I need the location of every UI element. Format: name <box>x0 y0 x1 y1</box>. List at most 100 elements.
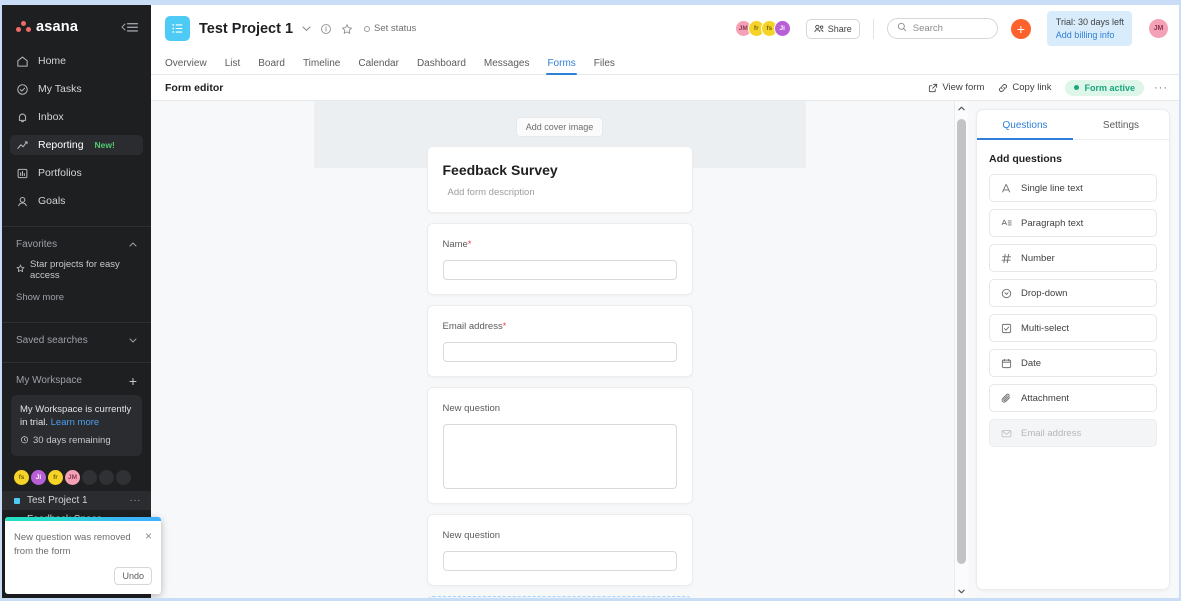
share-button[interactable]: Share <box>805 18 860 39</box>
tab-dashboard[interactable]: Dashboard <box>408 58 475 75</box>
star-projects-label: Star projects for easy access <box>30 259 120 281</box>
question-input[interactable] <box>442 342 677 362</box>
question-type-multi-select[interactable]: Multi-select <box>989 314 1157 342</box>
toast-actions: Undo <box>5 567 161 594</box>
project-label: Test Project 1 <box>27 495 88 507</box>
sidebar-project-test-project-1[interactable]: Test Project 1 ··· <box>2 491 151 511</box>
question-card-new-paragraph[interactable]: New question <box>426 387 693 504</box>
tab-forms[interactable]: Forms <box>538 58 584 75</box>
question-label: New question <box>442 403 501 414</box>
show-more-button[interactable]: Show more <box>2 292 151 315</box>
scroll-up-button[interactable] <box>958 101 965 115</box>
question-card-new-single[interactable]: New question <box>426 514 693 586</box>
add-billing-info-link[interactable]: Add billing info <box>1056 29 1124 41</box>
quick-add-button[interactable]: + <box>1010 18 1031 39</box>
avatar[interactable]: JM <box>65 470 80 486</box>
question-card-name[interactable]: Name* <box>426 223 693 295</box>
bell-icon <box>16 111 29 124</box>
question-label: New question <box>442 530 501 541</box>
question-type-drop-down[interactable]: Drop-down <box>989 279 1157 307</box>
main-area: Test Project 1 Set status JM fr fs Ji Sh… <box>151 5 1179 598</box>
form-header-card[interactable]: Feedback Survey Add form description <box>426 146 693 213</box>
tab-calendar[interactable]: Calendar <box>349 58 408 75</box>
copy-link-button[interactable]: Copy link <box>998 82 1051 93</box>
avatar[interactable]: fs <box>14 470 29 486</box>
sidebar-item-goals[interactable]: Goals <box>10 191 143 211</box>
favorites-title: Favorites <box>16 239 58 250</box>
star-icon[interactable] <box>341 23 353 35</box>
sidebar-item-reporting[interactable]: Reporting New! <box>10 135 143 155</box>
goal-icon <box>16 195 29 208</box>
sidebar-item-inbox[interactable]: Inbox <box>10 107 143 127</box>
add-workspace-item-button[interactable]: + <box>129 374 137 388</box>
add-cover-image-button[interactable]: Add cover image <box>515 117 604 137</box>
avatar[interactable]: Ji <box>31 470 46 486</box>
chevron-down-icon <box>129 335 137 346</box>
divider <box>872 18 874 39</box>
workspace-members-avatars: fs Ji fr JM <box>2 456 151 491</box>
sidebar-trial-card: My Workspace is currently in trial. Lear… <box>11 395 142 457</box>
form-status-badge[interactable]: Form active <box>1065 79 1144 96</box>
question-card-email[interactable]: Email address* <box>426 305 693 377</box>
question-dropzone[interactable]: Drag another question here <box>426 596 693 598</box>
set-status-button[interactable]: Set status <box>364 23 416 34</box>
scrollbar-thumb[interactable] <box>957 119 966 564</box>
tab-list[interactable]: List <box>216 58 250 75</box>
sidebar-item-my-tasks[interactable]: My Tasks <box>10 79 143 99</box>
right-panel-inner: Questions Settings Add questions Single … <box>976 109 1170 590</box>
tab-board[interactable]: Board <box>249 58 294 75</box>
close-icon[interactable]: × <box>139 531 152 559</box>
tab-settings[interactable]: Settings <box>1073 110 1169 139</box>
undo-button[interactable]: Undo <box>114 567 152 585</box>
question-type-attachment[interactable]: Attachment <box>989 384 1157 412</box>
info-icon[interactable] <box>320 23 332 35</box>
trial-days-label: 30 days remaining <box>33 435 111 447</box>
question-type-paragraph-text[interactable]: Paragraph text <box>989 209 1157 237</box>
more-options-button[interactable]: ··· <box>1154 82 1168 94</box>
question-type-number[interactable]: Number <box>989 244 1157 272</box>
asana-logo[interactable]: asana <box>16 19 78 35</box>
avatar[interactable]: Ji <box>773 20 791 37</box>
form-title[interactable]: Feedback Survey <box>443 162 677 178</box>
tab-overview[interactable]: Overview <box>165 58 216 75</box>
user-avatar[interactable]: JM <box>1149 19 1168 38</box>
tab-questions[interactable]: Questions <box>977 110 1073 140</box>
chevron-left-icon <box>121 23 126 31</box>
question-type-label: Attachment <box>1021 392 1070 404</box>
paperclip-icon <box>1000 393 1012 404</box>
project-overflow-button[interactable]: ··· <box>130 495 142 506</box>
form-description-input[interactable]: Add form description <box>443 187 677 198</box>
sidebar-item-home[interactable]: Home <box>10 51 143 71</box>
question-input[interactable] <box>442 551 677 571</box>
collapse-sidebar-button[interactable] <box>121 22 138 32</box>
sidebar-item-label: Portfolios <box>38 167 82 179</box>
search-input[interactable]: Search <box>886 18 998 39</box>
chevron-down-icon[interactable] <box>302 25 311 32</box>
star-projects-hint[interactable]: Star projects for easy access <box>2 259 151 281</box>
question-type-date[interactable]: Date <box>989 349 1157 377</box>
tab-files[interactable]: Files <box>585 58 624 75</box>
tab-messages[interactable]: Messages <box>475 58 539 75</box>
sidebar-item-portfolios[interactable]: Portfolios <box>10 163 143 183</box>
project-icon <box>165 16 190 41</box>
trial-days-row: 30 days remaining <box>20 435 133 449</box>
question-type-label: Single line text <box>1021 182 1083 194</box>
external-link-icon <box>929 83 938 92</box>
favorites-section-header[interactable]: Favorites <box>2 227 151 259</box>
question-input[interactable] <box>442 260 677 280</box>
saved-searches-header[interactable]: Saved searches <box>2 323 151 355</box>
home-icon <box>16 55 29 68</box>
scroll-down-button[interactable] <box>958 584 965 598</box>
question-textarea[interactable] <box>442 424 677 489</box>
paragraph-icon <box>1000 218 1012 229</box>
canvas-scrollbar[interactable] <box>954 101 968 598</box>
question-type-single-line-text[interactable]: Single line text <box>989 174 1157 202</box>
envelope-icon <box>1000 428 1012 439</box>
share-label: Share <box>827 23 852 34</box>
tab-timeline[interactable]: Timeline <box>294 58 349 75</box>
view-form-button[interactable]: View form <box>928 82 984 93</box>
learn-more-link[interactable]: Learn more <box>51 417 100 428</box>
question-type-label: Multi-select <box>1021 322 1070 334</box>
scrollbar-track[interactable] <box>955 115 968 584</box>
avatar[interactable]: fr <box>48 470 63 486</box>
